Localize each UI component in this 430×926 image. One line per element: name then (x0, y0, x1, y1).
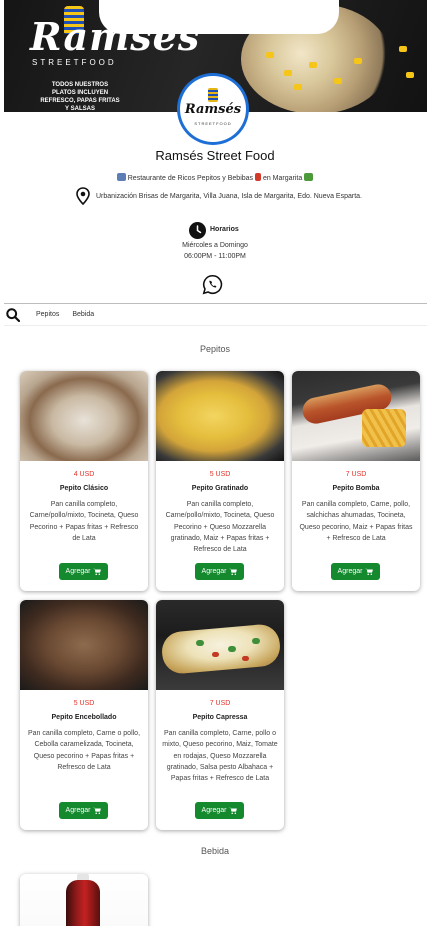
avatar-brand-sub: STREETFOOD (194, 121, 232, 126)
avatar-brand: Ramsés (184, 102, 242, 117)
product-photo (292, 371, 420, 461)
product-card: 5 USD Pepito Gratinado Pan canilla compl… (156, 371, 284, 591)
cart-icon (93, 807, 102, 814)
tagline-suffix: en Margarita (262, 175, 303, 182)
banner-brand-sub: STREETFOOD (32, 58, 117, 67)
product-description: Pan canilla completo, Carne, pollo, salc… (299, 501, 413, 542)
location-pin-icon (76, 187, 90, 205)
product-card: 7 USD Pepito Capressa Pan canilla comple… (156, 600, 284, 830)
product-name: Pepito Gratinado (191, 485, 249, 492)
product-price: 4 USD (73, 471, 95, 478)
product-description: Pan canilla completo, Carne, pollo o mix… (162, 730, 278, 783)
tagline-prefix: Restaurante de Ricos Pepitos y Bebibas (127, 175, 254, 182)
cart-icon (365, 568, 374, 575)
product-photo (156, 371, 284, 461)
product-price: 5 USD (209, 471, 231, 478)
pharaoh-icon (208, 88, 218, 102)
category-nav: Pepitos Bebida (4, 303, 427, 326)
hours-days: Miércoles a Domingo (182, 242, 248, 249)
banner-brand: Ramsés (30, 14, 201, 59)
product-card (20, 874, 148, 926)
product-photo (20, 874, 148, 926)
product-card: 7 USD Pepito Bomba Pan canilla completo,… (292, 371, 420, 591)
add-to-cart-button[interactable]: Agregar (59, 563, 108, 580)
product-name: Pepito Encebollado (51, 714, 117, 721)
store-name: Ramsés Street Food (155, 148, 275, 163)
add-button-label: Agregar (201, 807, 227, 814)
add-button-label: Agregar (65, 568, 91, 575)
product-photo (156, 600, 284, 690)
add-to-cart-button[interactable]: Agregar (195, 802, 244, 819)
add-to-cart-button[interactable]: Agregar (331, 563, 380, 580)
drink-emoji-icon (255, 173, 261, 181)
product-photo (20, 600, 148, 690)
clock-icon (189, 222, 206, 239)
product-price: 7 USD (209, 700, 231, 707)
add-button-label: Agregar (65, 807, 91, 814)
add-to-cart-button[interactable]: Agregar (195, 563, 244, 580)
product-description: Pan canilla completo, Carne o pollo, Ceb… (27, 730, 141, 771)
whatsapp-icon[interactable] (202, 274, 223, 295)
product-photo (20, 371, 148, 461)
store-address: Urbanización Brisas de Margarita, Villa … (96, 192, 363, 200)
cart-icon (229, 807, 238, 814)
banner-promo: TODOS NUESTROS PLATOS INCLUYEN REFRESCO,… (40, 82, 120, 112)
nav-link-pepitos[interactable]: Pepitos (36, 311, 59, 318)
store-emoji-icon (116, 173, 126, 181)
product-description: Pan canilla completo, Carne/pollo/mixto,… (29, 501, 139, 542)
product-card: 4 USD Pepito Clásico Pan canilla complet… (20, 371, 148, 591)
address-row: Urbanización Brisas de Margarita, Villa … (76, 187, 362, 205)
section-title-bebida: Bebida (200, 846, 230, 856)
cart-icon (229, 568, 238, 575)
store-avatar: Ramsés STREETFOOD (177, 73, 249, 145)
search-icon[interactable] (6, 307, 20, 322)
product-price: 7 USD (345, 471, 367, 478)
add-to-cart-button[interactable]: Agregar (59, 802, 108, 819)
cart-icon (93, 568, 102, 575)
add-button-label: Agregar (337, 568, 363, 575)
product-name: Pepito Bomba (332, 485, 380, 492)
hours-title: Horarios (210, 226, 239, 233)
product-name: Pepito Capressa (192, 714, 248, 721)
hours-time: 06:00PM - 11:00PM (184, 253, 246, 260)
product-name: Pepito Clásico (59, 485, 109, 492)
section-title-pepitos: Pepitos (199, 344, 231, 354)
product-price: 5 USD (73, 700, 95, 707)
island-emoji-icon (304, 173, 314, 181)
nav-link-bebida[interactable]: Bebida (72, 311, 94, 318)
product-description: Pan canilla completo, Carne/pollo/mixto,… (165, 501, 275, 554)
add-button-label: Agregar (201, 568, 227, 575)
product-card: 5 USD Pepito Encebollado Pan canilla com… (20, 600, 148, 830)
store-tagline: Restaurante de Ricos Pepitos y Bebibas e… (0, 173, 430, 182)
